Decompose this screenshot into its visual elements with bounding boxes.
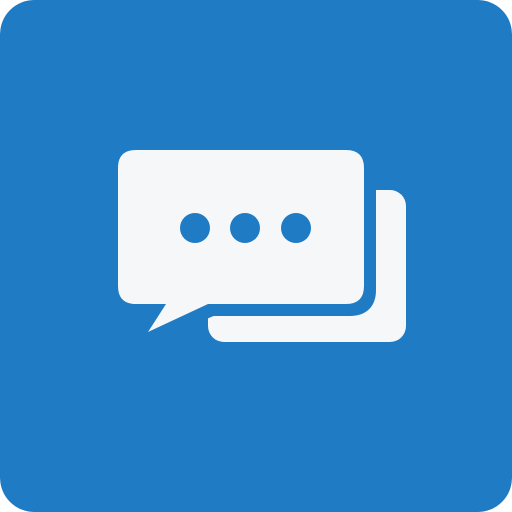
typing-dot: [281, 213, 311, 243]
chat-bubbles-icon: [0, 0, 512, 512]
typing-dot: [230, 213, 260, 243]
app-icon: [0, 0, 512, 512]
typing-dot: [180, 213, 210, 243]
